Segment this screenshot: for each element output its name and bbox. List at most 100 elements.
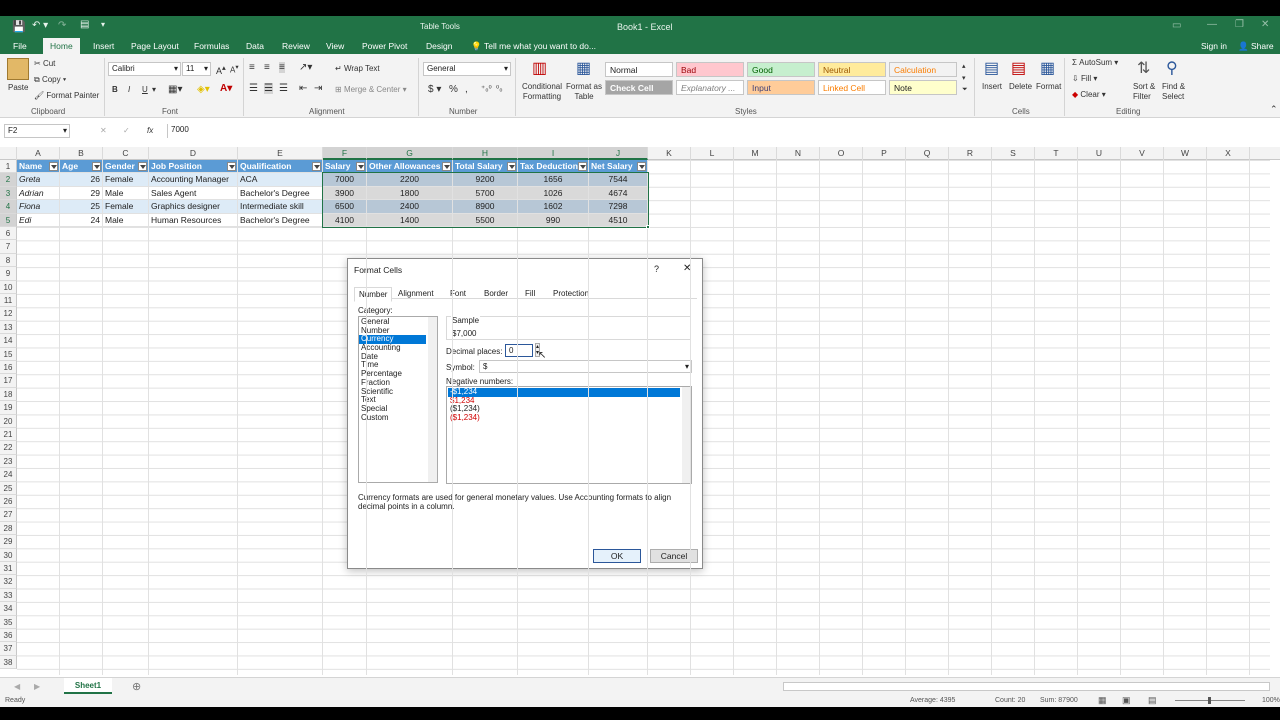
cell-style-8[interactable]: Input <box>747 80 815 95</box>
column-header-x[interactable]: X <box>1207 147 1250 160</box>
column-header-q[interactable]: Q <box>906 147 949 160</box>
underline-button[interactable]: U <box>142 85 148 94</box>
redo-icon[interactable]: ↷ <box>58 20 66 31</box>
font-size-box[interactable]: 11 ▾ <box>182 62 211 76</box>
row-header-24[interactable]: 24 <box>0 468 17 482</box>
grow-font-icon[interactable]: A▴ <box>216 63 226 76</box>
customize-toolbar-icon[interactable]: ▾ <box>101 20 105 29</box>
formula-input[interactable]: 7000 <box>167 124 1275 138</box>
maximize-icon[interactable]: ❐ <box>1235 19 1244 30</box>
table-cell[interactable]: Bachelor's Degree <box>238 213 323 227</box>
negative-format-option[interactable]: ($1,234) <box>448 405 690 414</box>
row-header-16[interactable]: 16 <box>0 361 17 375</box>
row-header-21[interactable]: 21 <box>0 428 17 442</box>
row-header-22[interactable]: 22 <box>0 441 17 455</box>
bold-button[interactable]: B <box>112 85 118 94</box>
column-header-h[interactable]: H <box>453 147 518 160</box>
column-header-k[interactable]: K <box>648 147 691 160</box>
row-header-38[interactable]: 38 <box>0 655 17 670</box>
enter-entry-icon[interactable]: ✓ <box>123 126 130 135</box>
autosum-button[interactable]: Σ AutoSum ▾ <box>1072 58 1118 67</box>
row-header-29[interactable]: 29 <box>0 535 17 549</box>
table-cell[interactable]: Fiona <box>17 200 60 214</box>
italic-button[interactable]: I <box>128 85 130 94</box>
select-all-corner[interactable] <box>0 147 17 160</box>
row-header-12[interactable]: 12 <box>0 307 17 321</box>
table-cell[interactable]: Female <box>103 173 149 187</box>
gallery-down-icon[interactable]: ▾ <box>962 74 966 82</box>
column-header-b[interactable]: B <box>60 147 103 160</box>
table-cell[interactable]: Male <box>103 213 149 227</box>
format-button[interactable]: Format <box>1036 82 1061 91</box>
table-cell[interactable]: Graphics designer <box>149 200 238 214</box>
table-cell[interactable]: ACA <box>238 173 323 187</box>
find-select-icon[interactable]: ⚲ <box>1166 58 1178 78</box>
row-header-3[interactable]: 3 <box>0 186 17 201</box>
category-item-custom[interactable]: Custom <box>359 413 437 423</box>
borders-icon[interactable]: ▦▾ <box>168 84 182 95</box>
increase-indent-icon[interactable]: ⇥ <box>314 83 322 94</box>
row-header-35[interactable]: 35 <box>0 615 17 629</box>
insert-button[interactable]: Insert <box>982 82 1002 91</box>
align-middle-icon[interactable]: ≡ <box>264 62 270 73</box>
prev-sheet-icon[interactable]: ◀ <box>14 682 20 691</box>
table-cell[interactable]: Accounting Manager <box>149 173 238 187</box>
horizontal-scrollbar[interactable] <box>783 682 1270 691</box>
name-box[interactable]: F2 ▾ <box>4 124 70 138</box>
column-header-f[interactable]: F <box>323 147 367 160</box>
sort-filter-button[interactable]: Sort & Filter <box>1133 82 1163 102</box>
format-as-table-button[interactable]: Format as Table <box>566 82 602 102</box>
row-header-34[interactable]: 34 <box>0 602 17 616</box>
row-header-6[interactable]: 6 <box>0 227 17 241</box>
table-cell[interactable]: 29 <box>60 186 103 201</box>
tab-design[interactable]: Design <box>426 41 452 51</box>
cell-style-6[interactable]: Check Cell <box>605 80 673 95</box>
row-header-5[interactable]: 5 <box>0 213 17 227</box>
column-header-c[interactable]: C <box>103 147 149 160</box>
row-header-13[interactable]: 13 <box>0 320 17 335</box>
increase-decimal-icon[interactable]: ⁺₀⁰ <box>481 84 492 93</box>
delete-cells-icon[interactable]: ▤ <box>1011 58 1026 78</box>
conditional-formatting-button[interactable]: Conditional Formatting <box>518 82 566 102</box>
align-center-icon[interactable]: ☰ <box>264 83 273 94</box>
row-header-11[interactable]: 11 <box>0 294 17 308</box>
share-button[interactable]: 👤 Share <box>1238 41 1274 52</box>
filter-dropdown-icon[interactable] <box>442 162 451 171</box>
cell-style-10[interactable]: Note <box>889 80 957 95</box>
category-list[interactable]: General Number Currency Accounting Date Time P… <box>358 316 438 483</box>
decimal-places-input[interactable]: 0 <box>505 344 533 357</box>
delete-button[interactable]: Delete <box>1009 82 1032 91</box>
save-icon[interactable]: 💾 <box>12 20 26 33</box>
number-format-box[interactable]: General ▾ <box>423 62 511 76</box>
table-cell[interactable]: Edi <box>17 213 60 227</box>
undo-icon[interactable]: ↶ ▾ <box>32 20 48 31</box>
column-header-g[interactable]: G <box>367 147 453 160</box>
sign-in-link[interactable]: Sign in <box>1201 41 1227 51</box>
tab-number[interactable]: Number <box>354 287 393 302</box>
row-header-14[interactable]: 14 <box>0 334 17 348</box>
row-header-2[interactable]: 2 <box>0 173 17 187</box>
tab-file[interactable]: File <box>13 41 27 51</box>
align-top-icon[interactable]: ≡ <box>249 62 255 73</box>
column-header-j[interactable]: J <box>589 147 648 160</box>
filter-dropdown-icon[interactable] <box>92 162 101 171</box>
column-header-r[interactable]: R <box>949 147 992 160</box>
find-select-button[interactable]: Find & Select <box>1162 82 1192 102</box>
format-painter-button[interactable]: 🖌 Format Painter <box>34 91 99 100</box>
wrap-text-button[interactable]: ↵ Wrap Text <box>335 64 380 73</box>
ok-button[interactable]: OK <box>593 549 641 563</box>
add-sheet-icon[interactable]: ⊕ <box>132 680 141 693</box>
orientation-icon[interactable]: ↗▾ <box>299 62 312 73</box>
row-header-17[interactable]: 17 <box>0 374 17 388</box>
negative-format-option[interactable]: $1,234 <box>448 396 690 406</box>
tab-insert[interactable]: Insert <box>93 41 114 51</box>
cell-style-3[interactable]: Good <box>747 62 815 77</box>
currency-button[interactable]: $ ▾ <box>428 84 441 95</box>
column-header-u[interactable]: U <box>1078 147 1121 160</box>
help-icon[interactable]: ? <box>654 264 659 274</box>
cell-style-7[interactable]: Explanatory ... <box>676 80 744 95</box>
gallery-more-icon[interactable]: ⏷ <box>962 86 968 94</box>
table-cell[interactable]: Female <box>103 200 149 214</box>
table-cell[interactable]: 26 <box>60 173 103 187</box>
next-sheet-icon[interactable]: ▶ <box>34 682 40 691</box>
